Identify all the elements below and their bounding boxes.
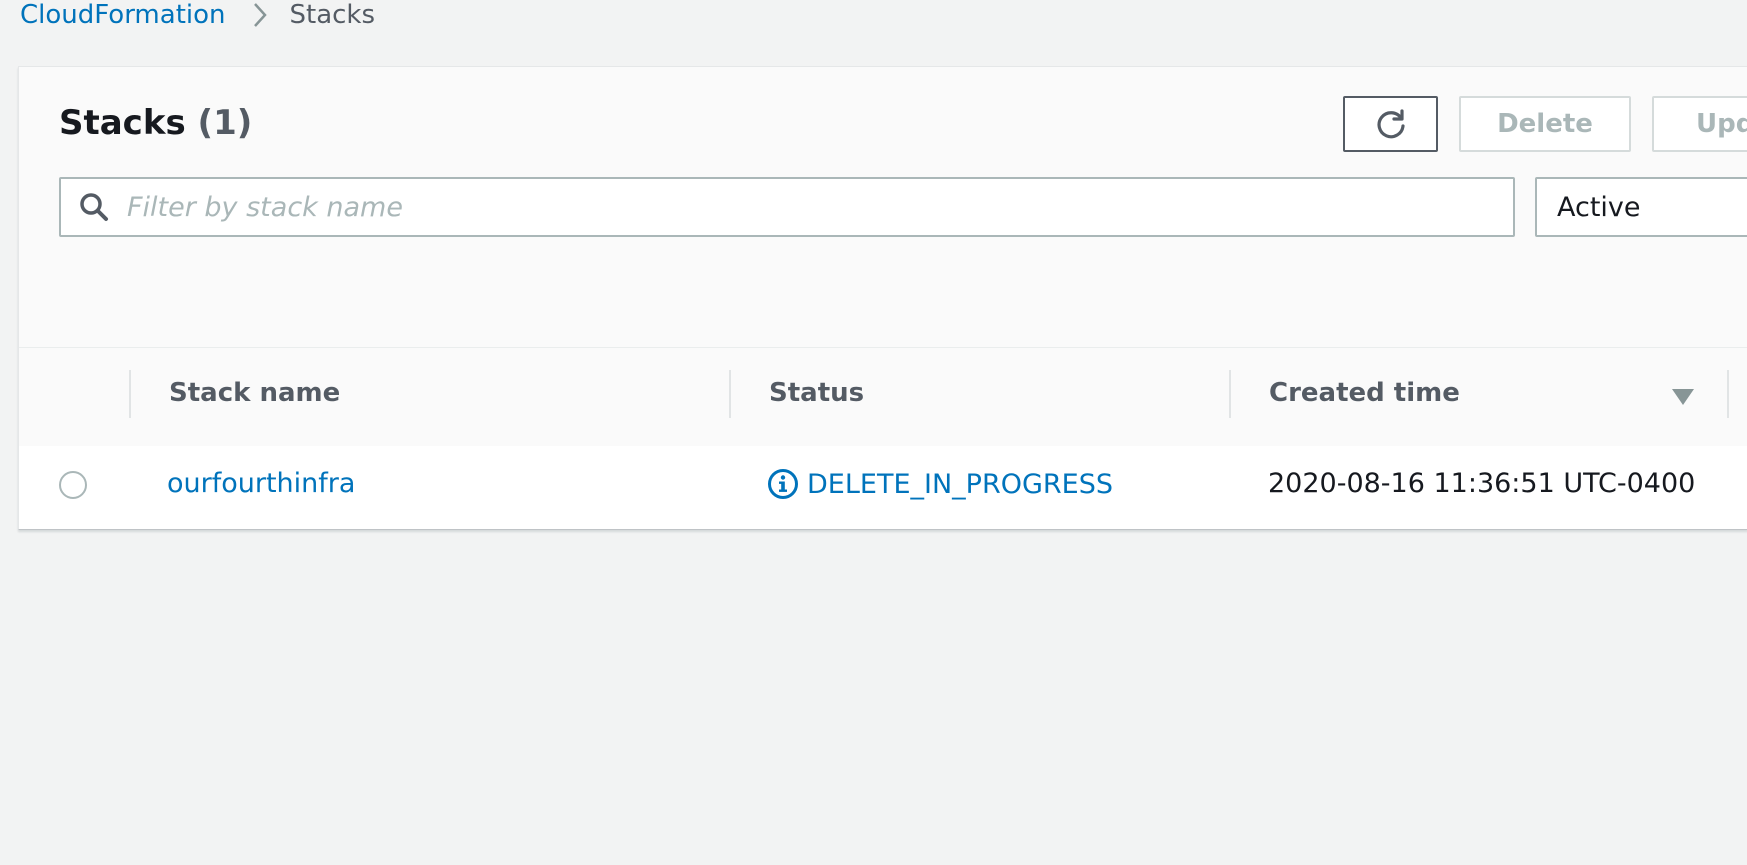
sort-descending-icon[interactable] [1671,388,1695,406]
column-divider [1727,370,1729,418]
breadcrumb-cloudformation-link[interactable]: CloudFormation [20,0,226,30]
status-filter-select[interactable]: Active [1535,177,1747,237]
created-time: 2020-08-16 11:36:51 UTC-0400 [1268,468,1696,499]
column-divider [129,370,131,418]
panel-title-text: Stacks [59,103,186,143]
chevron-right-icon [252,1,268,29]
search-input[interactable] [125,190,1449,224]
update-button[interactable]: Upd [1652,96,1747,152]
column-divider [729,370,731,418]
status-cell: DELETE_IN_PROGRESS [767,468,1113,500]
info-icon [767,468,799,500]
delete-button[interactable]: Delete [1459,96,1631,152]
search-icon [79,192,109,222]
status-text[interactable]: DELETE_IN_PROGRESS [807,469,1113,500]
stack-count: (1) [197,103,253,143]
breadcrumb: CloudFormation Stacks [20,0,375,30]
page-title: Stacks (1) [59,103,252,143]
stack-name-link[interactable]: ourfourthinfra [167,468,355,499]
column-header-created-time[interactable]: Created time [1269,378,1460,408]
row-select-radio[interactable] [59,471,87,499]
refresh-icon [1374,107,1408,141]
stacks-panel: Stacks (1) Delete Upd Active Stack name … [18,66,1747,530]
table-header: Stack name Status Created time [19,347,1747,447]
table-row: ourfourthinfra DELETE_IN_PROGRESS 2020-0… [19,446,1747,529]
column-header-stack-name[interactable]: Stack name [169,378,340,408]
column-divider [1229,370,1231,418]
refresh-button[interactable] [1343,96,1438,152]
breadcrumb-current-stacks: Stacks [289,0,376,30]
column-header-status[interactable]: Status [769,378,864,408]
search-field[interactable] [59,177,1515,237]
